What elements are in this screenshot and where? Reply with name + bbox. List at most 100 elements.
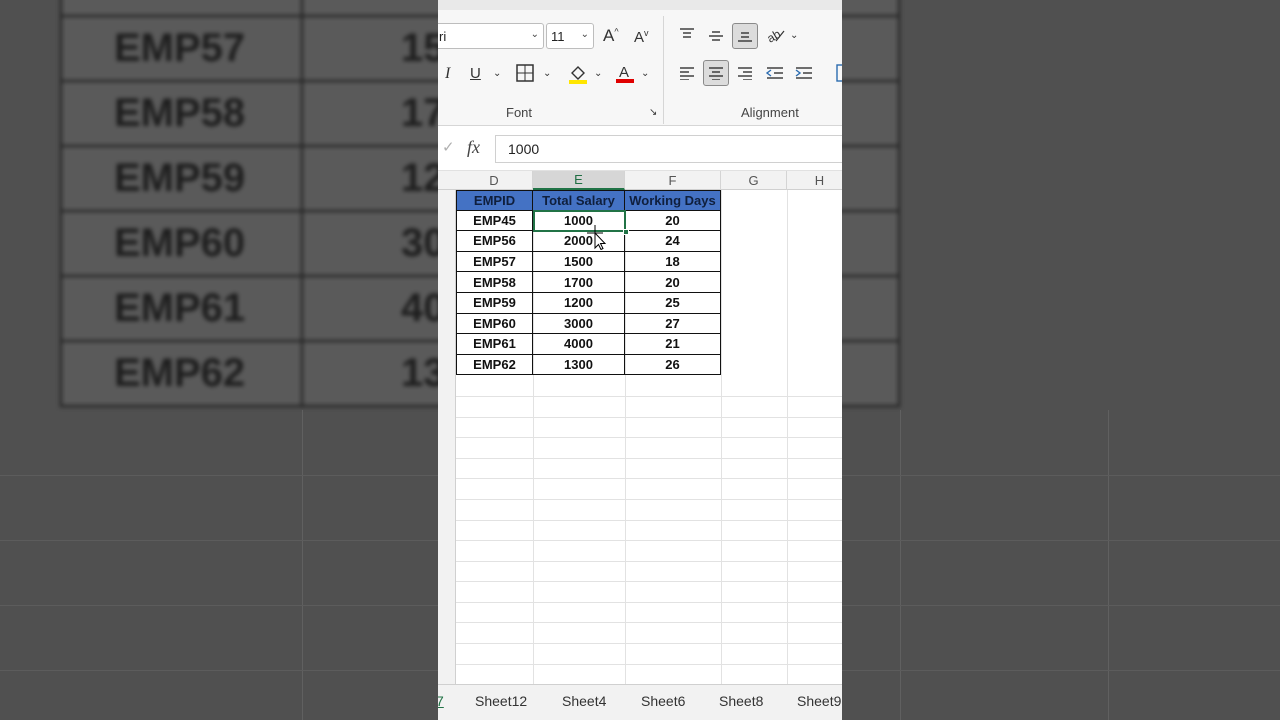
header-cell-total-salary[interactable]: Total Salary [533, 190, 625, 211]
formula-input[interactable]: 1000 [495, 135, 842, 163]
align-right-icon[interactable] [732, 60, 758, 86]
sheet-tab-bar: 7 Sheet12 Sheet4 Sheet6 Sheet8 Sheet9 [438, 684, 842, 720]
orientation-icon[interactable]: ab [764, 26, 786, 47]
table-cell[interactable]: 24 [625, 231, 721, 252]
middle-align-icon[interactable] [703, 23, 729, 49]
table-cell[interactable]: EMP58 [456, 272, 533, 293]
table-cell[interactable]: EMP45 [456, 210, 533, 232]
gridline [456, 540, 842, 541]
background-gridline [900, 410, 901, 720]
table-cell[interactable]: 20 [625, 210, 721, 232]
gridline [456, 602, 842, 603]
background-gridline [1108, 410, 1109, 720]
table-row: EMP58 1700 20 [456, 272, 721, 293]
table-cell[interactable]: 25 [625, 292, 721, 314]
align-center-icon[interactable] [703, 60, 729, 86]
table-cell[interactable]: 3000 [533, 313, 625, 335]
sheet-tab[interactable]: Sheet8 [719, 693, 763, 709]
svg-text:A: A [619, 64, 629, 81]
bottom-align-icon[interactable] [732, 23, 758, 49]
chevron-down-icon[interactable]: ⌄ [543, 68, 551, 79]
column-header-g[interactable]: G [721, 171, 787, 190]
align-left-icon[interactable] [674, 60, 700, 86]
background-gridline [302, 410, 303, 720]
table-cell[interactable]: 20 [625, 272, 721, 293]
formula-bar: ✓ fx 1000 [438, 127, 842, 171]
table-cell[interactable]: EMP61 [456, 334, 533, 355]
column-header-d[interactable]: D [456, 171, 533, 190]
table-cell[interactable]: 1300 [533, 354, 625, 376]
table-row: EMP60 3000 27 [456, 313, 721, 335]
table-cell[interactable]: EMP56 [456, 231, 533, 252]
table-row: EMP59 1200 25 [456, 292, 721, 314]
column-header-h[interactable]: H [787, 171, 842, 190]
table-row: EMP61 4000 21 [456, 334, 721, 355]
increase-font-size-icon[interactable]: A^ [603, 26, 619, 46]
column-headers: D E F G H [438, 171, 842, 190]
chevron-down-icon[interactable]: ⌄ [641, 68, 649, 79]
sheet-tab[interactable]: Sheet12 [475, 693, 527, 709]
chevron-down-icon[interactable]: ⌄ [594, 68, 602, 79]
fill-color-icon[interactable] [568, 63, 588, 88]
mouse-cursor-icon [586, 224, 608, 255]
active-cell-selection[interactable] [533, 210, 626, 232]
sheet-tab-active[interactable]: 7 [438, 693, 444, 709]
sheet-tab[interactable]: Sheet4 [562, 693, 606, 709]
decrease-indent-icon[interactable] [762, 60, 788, 86]
table-cell[interactable]: 27 [625, 313, 721, 335]
increase-indent-icon[interactable] [791, 60, 817, 86]
chevron-down-icon[interactable]: ⌄ [790, 30, 798, 41]
font-name-dropdown[interactable]: ri ⌄ [438, 23, 544, 49]
ribbon-separator [663, 16, 664, 124]
column-header-e[interactable]: E [533, 171, 625, 190]
font-group-label: Font [506, 105, 533, 120]
gridline [456, 622, 842, 623]
table-row: EMP62 1300 26 [456, 354, 721, 376]
chevron-down-icon: ⌄ [580, 29, 589, 40]
sheet-tab[interactable]: Sheet6 [641, 693, 685, 709]
table-cell[interactable]: 1700 [533, 272, 625, 293]
ribbon: ri ⌄ 11 ⌄ A^ Av I U ⌄ ⌄ ⌄ A ⌄ Font ↘ ab … [438, 10, 842, 126]
table-cell[interactable]: 21 [625, 334, 721, 355]
alignment-group-label: Alignment [741, 105, 799, 120]
top-align-icon[interactable] [674, 21, 700, 47]
table-cell[interactable]: EMP57 [456, 251, 533, 273]
dialog-launcher-icon[interactable]: ↘ [649, 107, 657, 118]
header-cell-empid[interactable]: EMPID [456, 190, 533, 211]
table-cell[interactable]: 4000 [533, 334, 625, 355]
gridline [456, 499, 842, 500]
excel-window: ri ⌄ 11 ⌄ A^ Av I U ⌄ ⌄ ⌄ A ⌄ Font ↘ ab … [438, 0, 842, 720]
checkmark-icon[interactable]: ✓ [442, 138, 455, 156]
table-cell[interactable]: 1200 [533, 292, 625, 314]
gridline [456, 581, 842, 582]
underline-button[interactable]: U [470, 65, 481, 82]
merge-icon[interactable] [836, 64, 842, 85]
table-header-row: EMPID Total Salary Working Days [456, 190, 721, 211]
row-headers [438, 190, 456, 684]
table-cell[interactable]: EMP62 [456, 354, 533, 376]
table-cell[interactable]: 2000 [533, 231, 625, 252]
font-color-icon[interactable]: A [615, 62, 635, 87]
gridline [456, 643, 842, 644]
font-size-dropdown[interactable]: 11 ⌄ [546, 23, 594, 49]
chevron-down-icon[interactable]: ⌄ [493, 68, 501, 79]
gridline [456, 396, 842, 397]
italic-button[interactable]: I [445, 65, 450, 83]
table-cell[interactable]: 1500 [533, 251, 625, 273]
font-name-value: ri [439, 28, 447, 44]
gridline [456, 561, 842, 562]
chevron-down-icon: ⌄ [530, 29, 539, 40]
gridline [456, 520, 842, 521]
borders-icon[interactable] [516, 64, 534, 85]
table-cell[interactable]: EMP60 [456, 313, 533, 335]
header-cell-working-days[interactable]: Working Days [625, 190, 721, 211]
sheet-tab[interactable]: Sheet9 [797, 693, 841, 709]
table-cell[interactable]: 26 [625, 354, 721, 376]
decrease-font-size-icon[interactable]: Av [634, 28, 649, 46]
fx-icon[interactable]: fx [467, 137, 480, 158]
column-header-f[interactable]: F [625, 171, 721, 190]
table-cell[interactable]: 18 [625, 251, 721, 273]
table-cell[interactable]: EMP59 [456, 292, 533, 314]
title-strip [438, 0, 842, 10]
fill-handle[interactable] [623, 229, 629, 235]
